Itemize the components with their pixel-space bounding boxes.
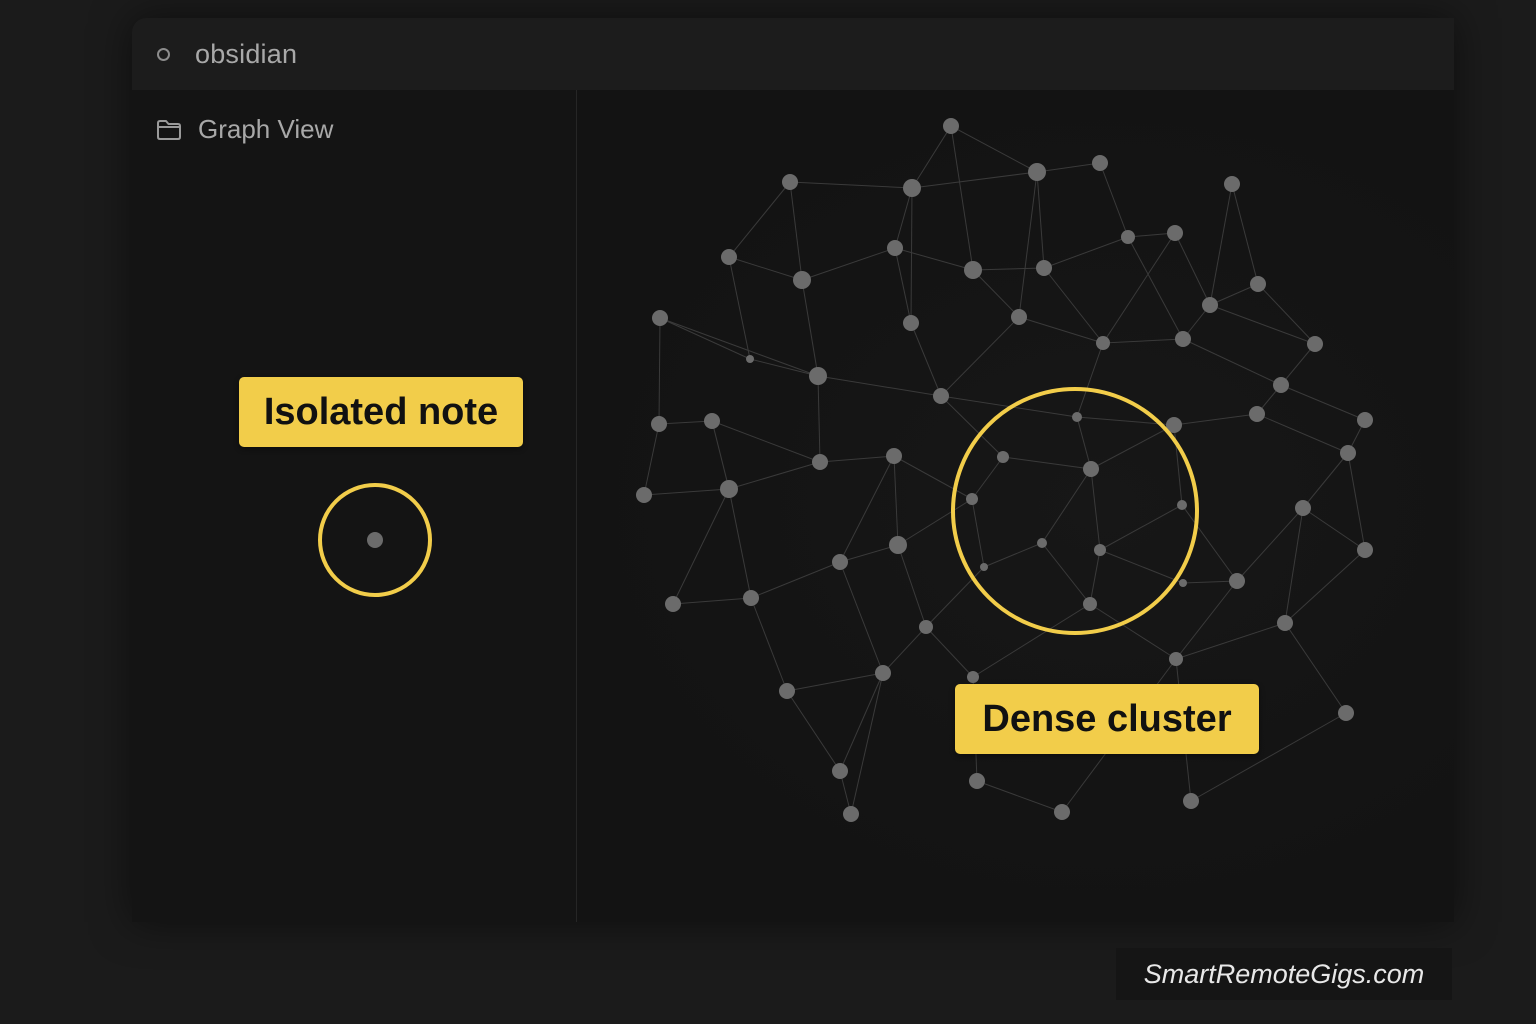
isolated-note-callout: Isolated note: [239, 377, 523, 447]
dense-cluster-callout: Dense cluster: [955, 684, 1259, 754]
sidebar-item-label: Graph View: [198, 114, 334, 144]
app-title: obsidian: [195, 38, 298, 69]
circle-icon: [157, 47, 170, 61]
sidebar-item-graph-view[interactable]: Graph View: [156, 114, 333, 145]
folder-icon: [157, 119, 181, 140]
screenshot-page: obsidian Graph View Isolated note Dense …: [0, 0, 1536, 1024]
sidebar: Graph View: [132, 90, 577, 922]
graph-view-pane[interactable]: [577, 90, 1454, 922]
watermark: SmartRemoteGigs.com: [1116, 948, 1452, 1000]
obsidian-window: obsidian Graph View: [132, 18, 1454, 922]
title-bar: obsidian: [132, 18, 1454, 91]
